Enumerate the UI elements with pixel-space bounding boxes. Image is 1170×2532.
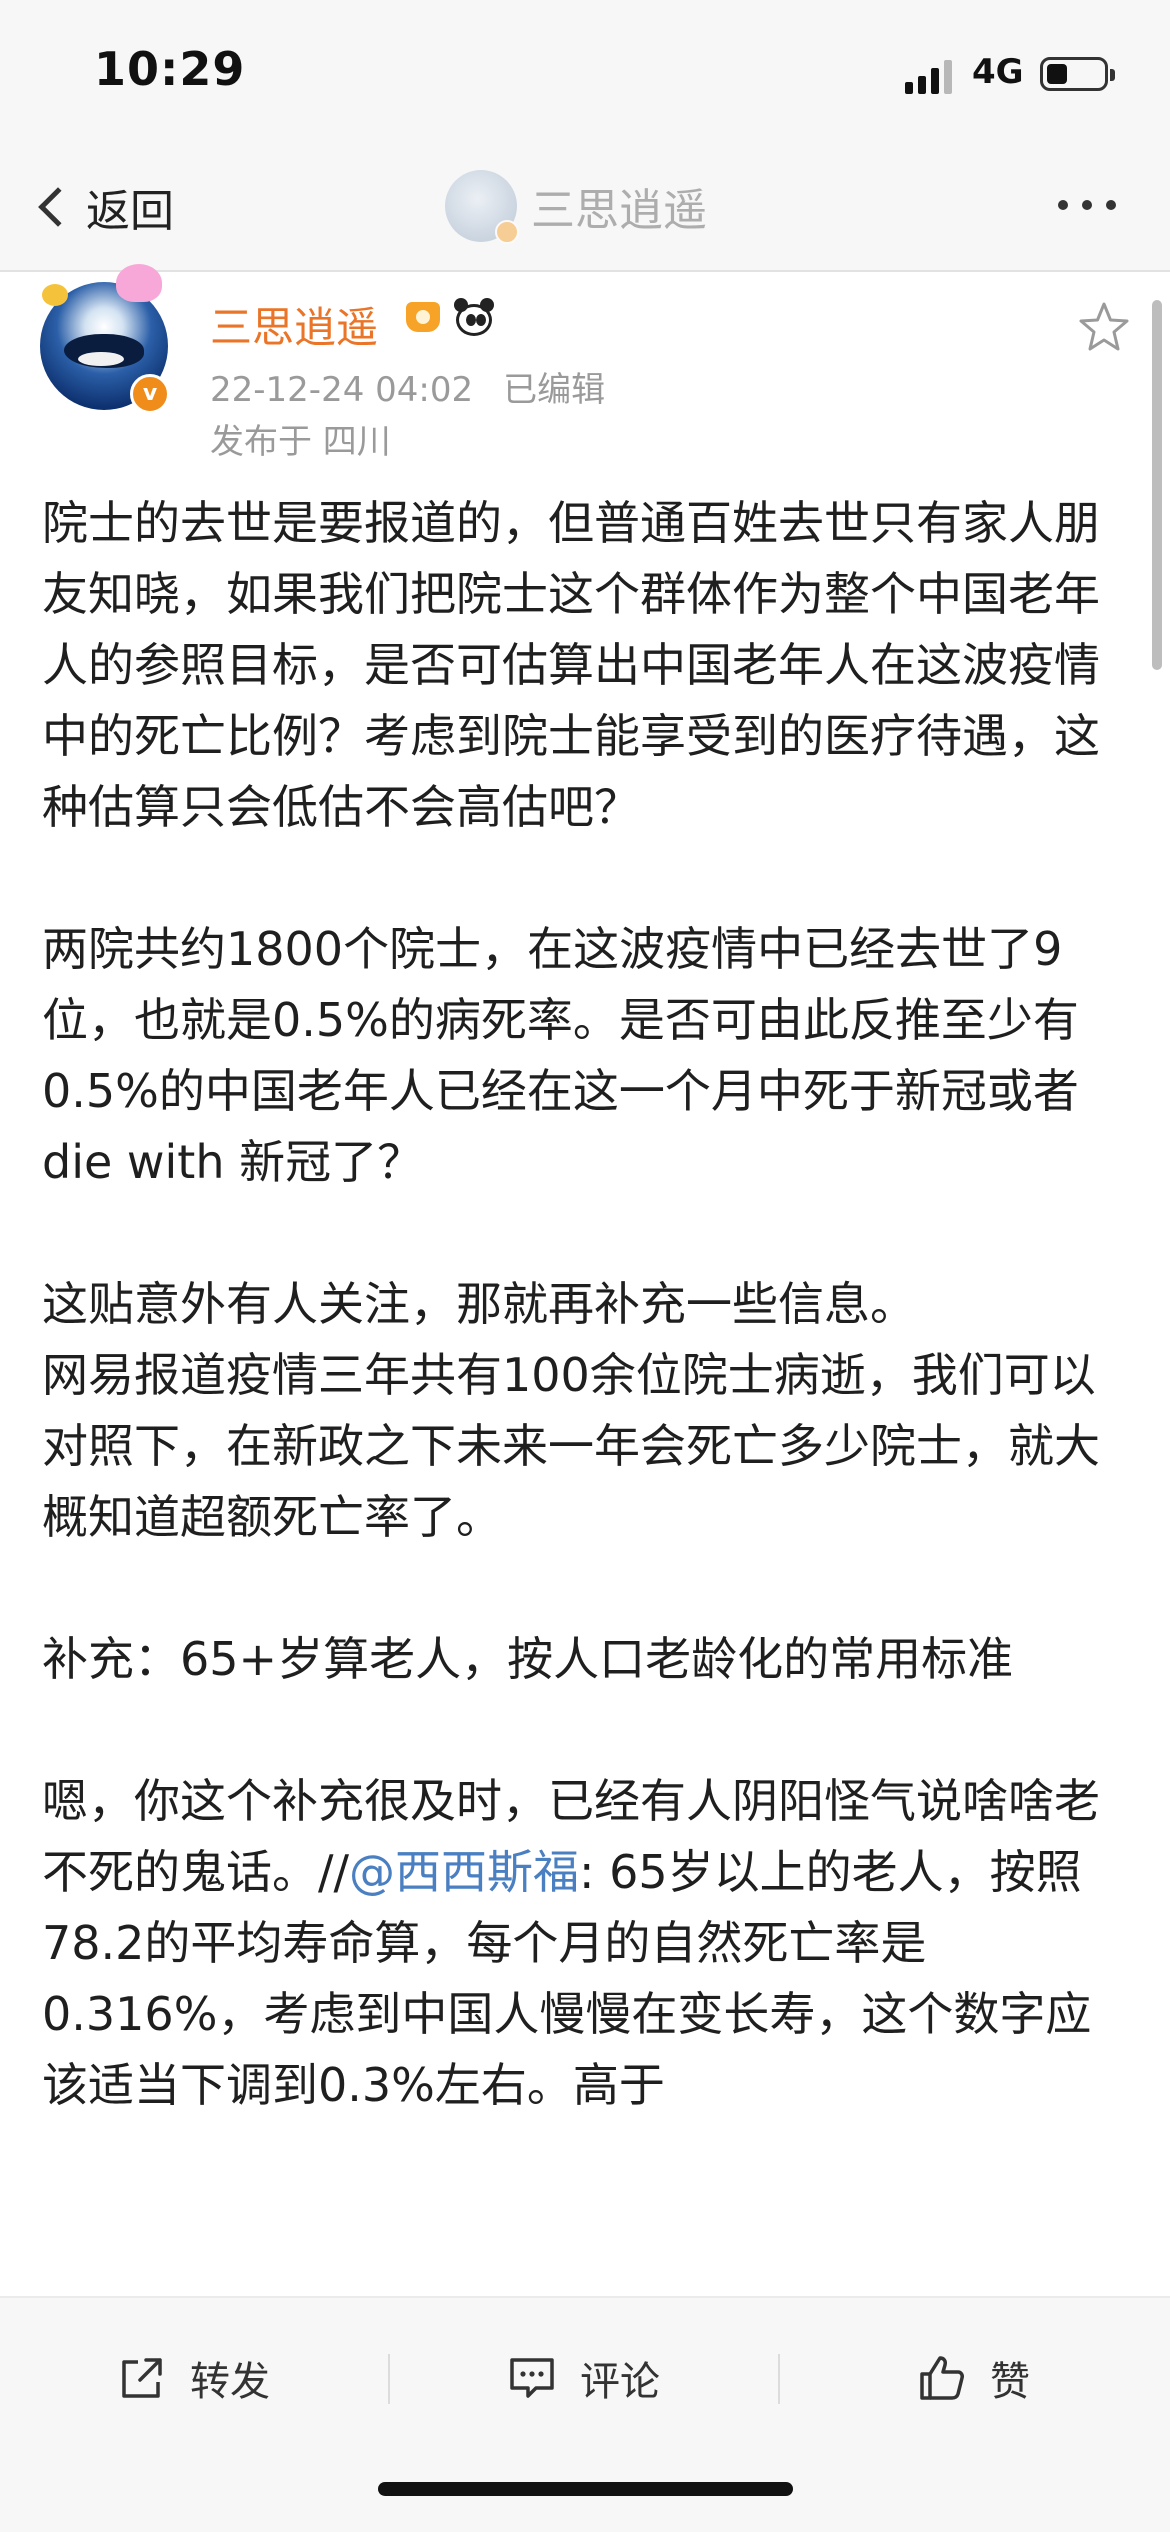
comment-icon <box>510 2358 554 2398</box>
status-bar: 10:29 4G <box>0 0 1170 140</box>
author-name[interactable]: 三思逍遥 <box>210 294 378 355</box>
post-location: 发布于 四川 <box>210 422 391 462</box>
post-paragraph: 院士的去世是要报道的，但普通百姓去世只有家人朋友知晓，如果我们把院士这个群体作为… <box>42 496 1100 834</box>
avatar[interactable]: v <box>40 264 170 414</box>
nav-title: 三思逍遥 <box>531 185 707 236</box>
verified-mini-icon <box>495 220 519 244</box>
nav-avatar <box>445 170 519 244</box>
comment-label: 评论 <box>580 2359 660 2405</box>
vip-crown-icon[interactable] <box>402 298 442 338</box>
post-paragraph-repost: 嗯，你这个补充很及时，已经有人阴阳怪气说啥啥老不死的鬼话。//@西西斯福: 65… <box>42 1766 1132 2121</box>
signal-bars-icon <box>905 58 957 94</box>
back-label: 返回 <box>86 186 174 237</box>
network-type: 4G <box>972 52 1024 92</box>
scrollbar[interactable] <box>1152 300 1162 670</box>
whale-belly <box>78 352 124 366</box>
home-indicator[interactable] <box>378 2482 793 2496</box>
action-divider <box>388 2354 390 2404</box>
nav-bar: 返回 三思逍遥 <box>0 140 1170 272</box>
pendant-decoration-icon <box>116 264 162 302</box>
like-label: 赞 <box>990 2359 1030 2405</box>
post-content: 院士的去世是要报道的，但普通百姓去世只有家人朋友知晓，如果我们把院士这个群体作为… <box>42 488 1132 2121</box>
panda-badge-icon[interactable] <box>452 298 496 338</box>
post-timestamp: 22-12-24 04:02 <box>210 370 474 410</box>
post-author-header: v 三思逍遥 22-12-24 04:02 已编辑 发布于 四川 <box>40 264 1130 462</box>
verified-icon: v <box>130 374 170 414</box>
repost-button[interactable]: 转发 <box>116 2346 270 2410</box>
thumbs-up-icon <box>920 2356 964 2400</box>
action-divider <box>778 2354 780 2404</box>
post-meta: 22-12-24 04:02 已编辑 <box>210 362 605 411</box>
more-dots-icon[interactable] <box>1058 200 1116 210</box>
comment-button[interactable]: 评论 <box>506 2346 660 2410</box>
post-paragraph: 两院共约1800个院士，在这波疫情中已经去世了9位，也就是0.5%的病死率。是否… <box>42 922 1094 1189</box>
post-paragraph: 这贴意外有人关注，那就再补充一些信息。 网易报道疫情三年共有100余位院士病逝，… <box>42 1277 1100 1544</box>
user-mention-link[interactable]: @西西斯福 <box>349 1845 579 1899</box>
chevron-left-icon <box>38 187 78 227</box>
action-bar: 转发 评论 赞 <box>0 2296 1170 2532</box>
favorite-star-icon[interactable] <box>1074 298 1134 358</box>
repost-label: 转发 <box>190 2359 270 2405</box>
nav-author[interactable]: 三思逍遥 <box>445 170 707 244</box>
status-time: 10:29 <box>94 42 246 96</box>
like-button[interactable]: 赞 <box>916 2346 1030 2410</box>
battery-icon <box>1040 57 1115 91</box>
share-icon <box>122 2358 162 2398</box>
back-button[interactable]: 返回 <box>30 175 174 239</box>
pendant-star-icon <box>42 284 68 306</box>
edited-label[interactable]: 已编辑 <box>503 370 605 410</box>
post-paragraph: 补充：65+岁算老人，按人口老龄化的常用标准 <box>42 1632 1014 1686</box>
